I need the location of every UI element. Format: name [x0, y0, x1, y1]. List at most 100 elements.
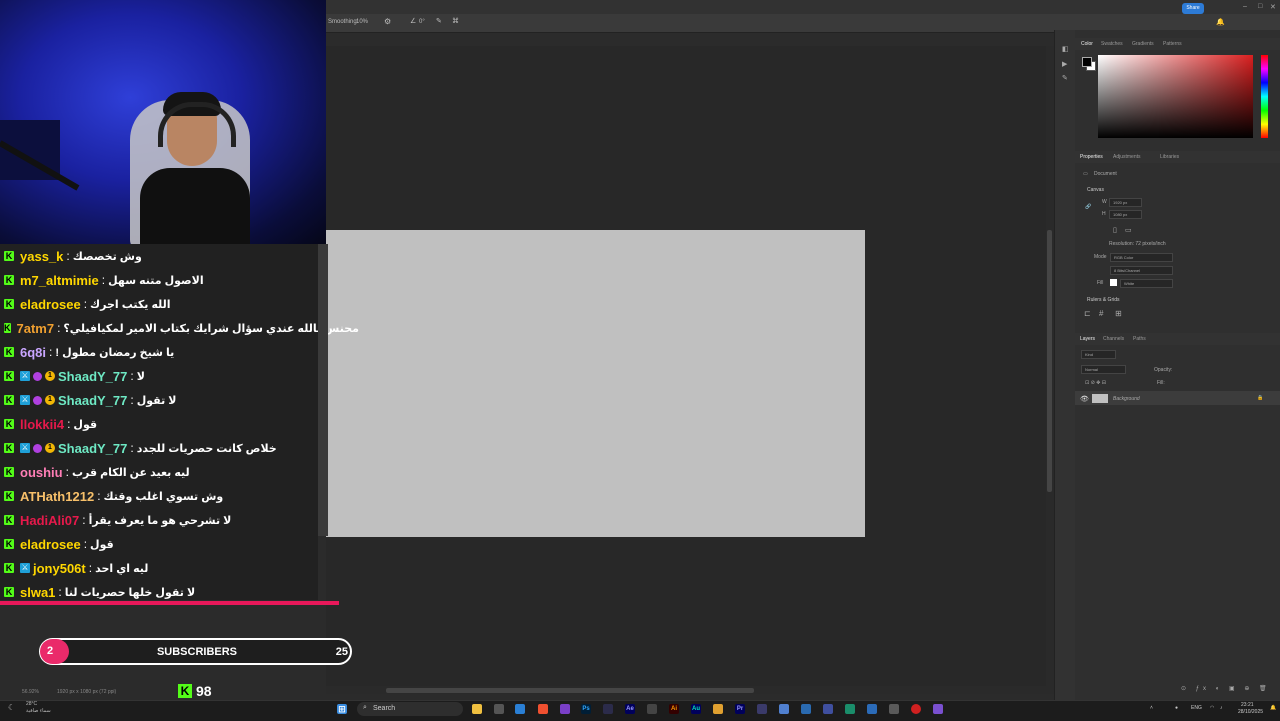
- layer-name[interactable]: Background: [1113, 396, 1140, 402]
- width-field[interactable]: 1920 px: [1109, 198, 1142, 207]
- app-icon-2[interactable]: [757, 704, 767, 714]
- file-explorer-icon[interactable]: [472, 704, 482, 714]
- chat-username[interactable]: llokkii4: [20, 417, 64, 432]
- visual-studio-icon[interactable]: [560, 704, 570, 714]
- gear-icon[interactable]: ⚙: [384, 17, 391, 26]
- pressure-icon[interactable]: ✎: [436, 17, 442, 25]
- link-icon[interactable]: 🔗: [1085, 204, 1091, 210]
- document-canvas[interactable]: [326, 230, 865, 537]
- pin-app-icon[interactable]: [603, 704, 613, 714]
- notification-icon[interactable]: 🔔: [1270, 705, 1276, 711]
- volume-icon[interactable]: ♪: [1220, 705, 1223, 711]
- language-indicator[interactable]: ENG: [1191, 705, 1202, 711]
- taskbar-search[interactable]: ⌕ Search: [357, 702, 463, 716]
- app-icon-4[interactable]: [801, 704, 811, 714]
- bit-depth-select[interactable]: 8 Bits/Channel: [1110, 266, 1173, 275]
- tab-patterns[interactable]: Patterns: [1163, 41, 1182, 47]
- tab-properties[interactable]: Properties: [1080, 154, 1103, 160]
- lock-icons[interactable]: ⊡ ⊘ ✥ ⊟: [1085, 380, 1106, 386]
- horizontal-scroll-thumb[interactable]: [386, 688, 754, 693]
- tab-swatches[interactable]: Swatches: [1101, 41, 1123, 47]
- canvas-section[interactable]: Canvas: [1087, 187, 1104, 193]
- illustrator-icon[interactable]: Ai: [669, 704, 679, 714]
- brush-icon[interactable]: ✎: [1062, 74, 1068, 82]
- hue-slider[interactable]: [1261, 55, 1268, 138]
- app-icon-generic[interactable]: [647, 704, 657, 714]
- tray-chevron-icon[interactable]: ˄: [1150, 705, 1153, 711]
- tab-color[interactable]: Color: [1081, 41, 1093, 47]
- rulers-section[interactable]: Rulers & Grids: [1087, 297, 1120, 303]
- symmetry-icon[interactable]: ⌘: [452, 17, 459, 25]
- eye-icon[interactable]: 👁: [1080, 395, 1089, 403]
- store-icon[interactable]: [494, 704, 504, 714]
- angle-value[interactable]: 0°: [419, 19, 425, 25]
- fill-color-swatch[interactable]: [1110, 279, 1117, 286]
- tray-app-icon[interactable]: ●: [1175, 705, 1178, 711]
- brave-icon[interactable]: [538, 704, 548, 714]
- tab-paths[interactable]: Paths: [1133, 336, 1146, 342]
- play-icon[interactable]: ▶: [1062, 60, 1067, 68]
- discord-icon[interactable]: [933, 704, 943, 714]
- chat-username[interactable]: ShaadY_77: [58, 393, 127, 408]
- tab-gradients[interactable]: Gradients: [1132, 41, 1154, 47]
- chat-username[interactable]: eladrosee: [20, 537, 81, 552]
- chat-username[interactable]: 6q8i: [20, 345, 46, 360]
- foreground-color-swatch[interactable]: [1082, 57, 1092, 67]
- mode-select[interactable]: RGB Color: [1110, 253, 1173, 262]
- vertical-scroll-thumb[interactable]: [1047, 230, 1052, 492]
- photoshop-taskbar-icon[interactable]: Ps: [581, 704, 591, 714]
- smoothing-value[interactable]: 10%: [356, 19, 368, 25]
- color-field[interactable]: [1098, 55, 1253, 138]
- layer-thumbnail: [1092, 394, 1108, 403]
- chat-username[interactable]: yass_k: [20, 249, 63, 264]
- tab-adjustments[interactable]: Adjustments: [1113, 154, 1141, 160]
- fill-select[interactable]: White: [1120, 279, 1173, 288]
- clock-date[interactable]: 28/10/2025: [1238, 709, 1263, 715]
- premiere-icon[interactable]: Pr: [735, 704, 745, 714]
- tab-libraries[interactable]: Libraries: [1160, 154, 1179, 160]
- blender-icon[interactable]: [713, 704, 723, 714]
- app-icon-7[interactable]: [867, 704, 877, 714]
- chat-username[interactable]: jony506t: [33, 561, 86, 576]
- app-icon-8[interactable]: [889, 704, 899, 714]
- chat-username[interactable]: HadiAli07: [20, 513, 79, 528]
- tab-layers[interactable]: Layers: [1080, 336, 1095, 342]
- chat-username[interactable]: 7atm7: [17, 321, 55, 336]
- chat-username[interactable]: oushiu: [20, 465, 63, 480]
- bell-icon[interactable]: 🔔: [1216, 18, 1225, 26]
- grid-icon[interactable]: #: [1099, 309, 1103, 318]
- height-field[interactable]: 1080 px: [1109, 210, 1142, 219]
- chat-username[interactable]: m7_altmimie: [20, 273, 99, 288]
- close-icon[interactable]: ✕: [1270, 3, 1276, 11]
- audition-icon[interactable]: Au: [691, 704, 701, 714]
- app-icon-6[interactable]: [845, 704, 855, 714]
- layer-actions-icons[interactable]: ⊙ ƒx ◐ ▣ ⊕ 🗑: [1181, 685, 1271, 692]
- kick-badge-icon: K: [4, 299, 14, 309]
- start-button[interactable]: ⊞: [337, 704, 347, 714]
- chat-username[interactable]: ATHath1212: [20, 489, 94, 504]
- chat-username[interactable]: eladrosee: [20, 297, 81, 312]
- orientation-portrait-icon[interactable]: ▯: [1113, 226, 1117, 234]
- app-icon-5[interactable]: [823, 704, 833, 714]
- share-button[interactable]: Share: [1182, 3, 1204, 14]
- maximize-icon[interactable]: □: [1258, 3, 1262, 10]
- chat-username[interactable]: slwa1: [20, 585, 55, 600]
- tab-channels[interactable]: Channels: [1103, 336, 1124, 342]
- moderator-badge-icon: ⚔: [20, 443, 30, 453]
- minimize-icon[interactable]: –: [1243, 3, 1247, 10]
- orientation-landscape-icon[interactable]: ▭: [1125, 226, 1132, 234]
- history-icon[interactable]: ◧: [1062, 45, 1069, 53]
- layer-filter-select[interactable]: Kind: [1081, 350, 1116, 359]
- opera-icon[interactable]: [911, 704, 921, 714]
- ruler-icon[interactable]: ⊏: [1084, 309, 1091, 318]
- chat-username[interactable]: ShaadY_77: [58, 441, 127, 456]
- wifi-icon[interactable]: ◠: [1210, 705, 1214, 711]
- blend-mode-select[interactable]: Normal: [1081, 365, 1126, 374]
- chat-username[interactable]: ShaadY_77: [58, 369, 127, 384]
- guides-icon[interactable]: ⊞: [1115, 309, 1122, 318]
- clock-time[interactable]: 23:21: [1241, 702, 1254, 708]
- after-effects-icon[interactable]: Ae: [625, 704, 635, 714]
- app-icon-3[interactable]: [779, 704, 789, 714]
- zoom-level[interactable]: 56.92%: [22, 689, 39, 695]
- vscode-icon[interactable]: [515, 704, 525, 714]
